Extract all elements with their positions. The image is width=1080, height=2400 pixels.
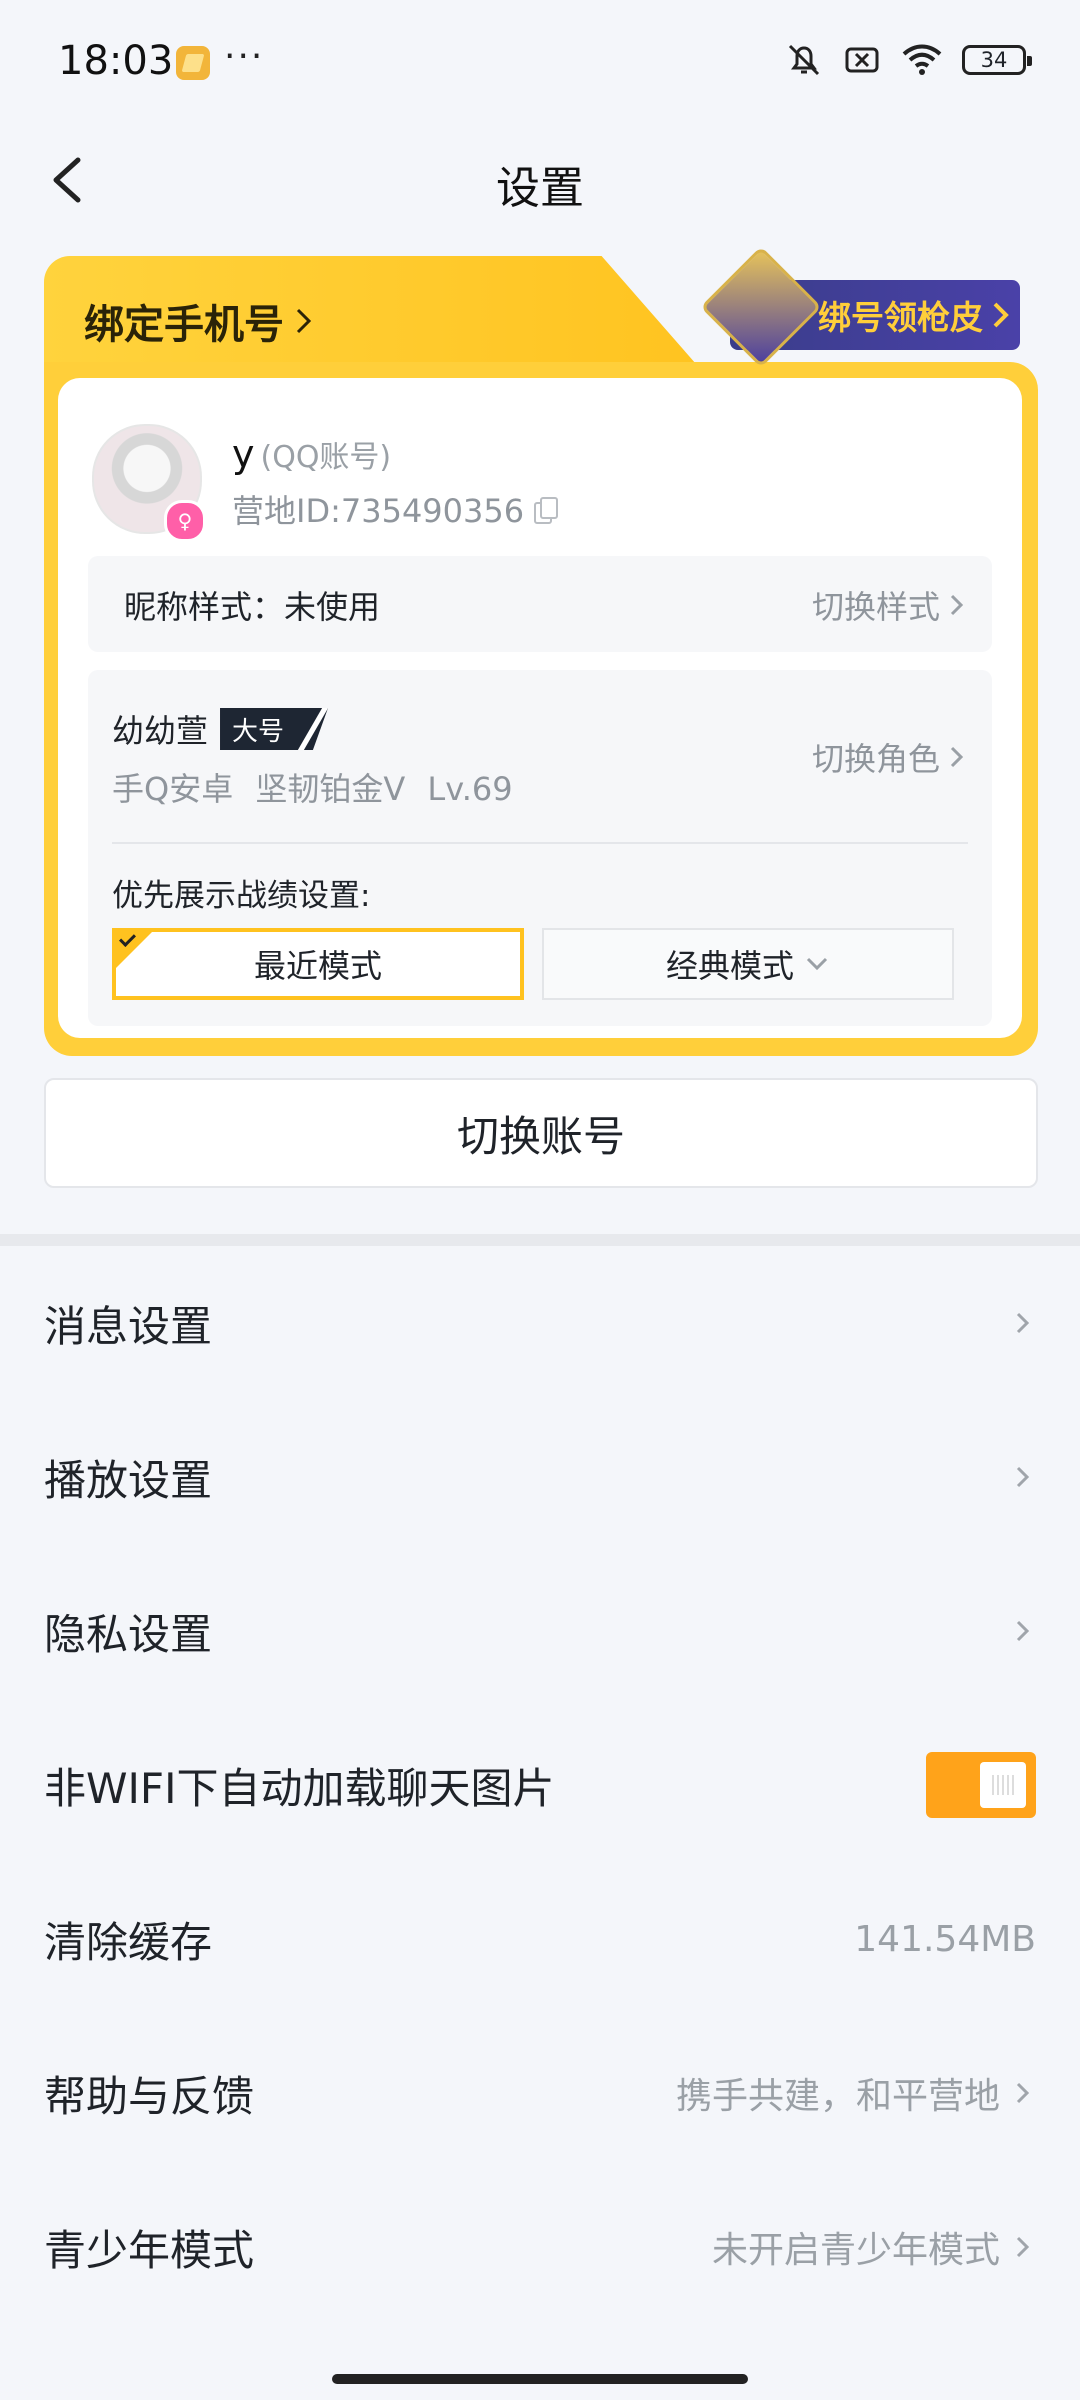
message-settings-label: 消息设置 — [44, 1301, 213, 1351]
more-notifications-icon: ··· — [224, 36, 265, 77]
promo-banner[interactable]: 绑号领枪皮 — [700, 246, 1020, 368]
bind-phone-link[interactable]: 绑定手机号 — [84, 292, 314, 350]
chevron-right-icon — [993, 302, 1009, 328]
help-feedback-row[interactable]: 帮助与反馈 携手共建，和平营地 — [0, 2016, 1080, 2170]
help-subtitle: 携手共建，和平营地 — [675, 2076, 1000, 2117]
user-name: y (QQ账号) — [232, 432, 391, 476]
settings-list: 消息设置 播放设置 隐私设置 非WIFI下自动加载聊天图片 清除缓存 141.5… — [0, 1246, 1080, 2324]
privacy-settings-label: 隐私设置 — [44, 1609, 213, 1659]
help-feedback-label: 帮助与反馈 — [44, 2071, 255, 2121]
privacy-settings-row[interactable]: 隐私设置 — [0, 1554, 1080, 1708]
wifi-images-label: 非WIFI下自动加载聊天图片 — [44, 1763, 555, 1813]
gun-skin-emblem-icon — [700, 246, 822, 368]
home-indicator[interactable] — [332, 2374, 748, 2384]
playback-settings-row[interactable]: 播放设置 — [0, 1400, 1080, 1554]
record-pref-label: 优先展示战绩设置: — [112, 878, 371, 914]
main-account-badge: 大号 — [220, 708, 329, 750]
wifi-images-row: 非WIFI下自动加载聊天图片 — [0, 1708, 1080, 1862]
switch-account-button[interactable]: 切换账号 — [44, 1078, 1038, 1188]
cache-size: 141.54MB — [854, 1918, 1036, 1960]
classic-mode-dropdown[interactable]: 经典模式 — [542, 928, 954, 1000]
teen-mode-label: 青少年模式 — [44, 2225, 255, 2275]
wifi-icon — [902, 44, 942, 75]
bind-phone-label: 绑定手机号 — [84, 302, 284, 348]
divider — [112, 842, 968, 844]
chevron-right-icon — [950, 594, 964, 616]
section-divider — [0, 1234, 1080, 1246]
status-bar: 18:03 ··· 34 — [0, 0, 1080, 130]
chevron-right-icon — [950, 746, 964, 768]
game-role-panel: 幼幼萱 大号 手Q安卓 坚韧铂金V Lv.69 切换角色 优先展示战绩设置: 最… — [88, 670, 992, 1026]
no-sim-icon — [845, 47, 879, 73]
recent-mode-label: 最近模式 — [253, 947, 382, 985]
user-name-text: y — [232, 432, 255, 476]
playback-settings-label: 播放设置 — [44, 1455, 213, 1505]
battery-icon: 34 — [962, 45, 1032, 75]
notification-app-icon — [176, 46, 210, 80]
teen-mode-row[interactable]: 青少年模式 未开启青少年模式 — [0, 2170, 1080, 2324]
message-settings-row[interactable]: 消息设置 — [0, 1246, 1080, 1400]
chevron-right-icon — [1016, 1620, 1030, 1642]
teen-mode-status: 未开启青少年模式 — [711, 2230, 1000, 2271]
switch-style-label: 切换样式 — [811, 588, 940, 626]
account-type: (QQ账号) — [260, 440, 392, 475]
clear-cache-label: 清除缓存 — [44, 1917, 213, 1967]
chevron-right-icon — [296, 308, 312, 334]
status-time: 18:03 — [58, 38, 174, 84]
switch-style-link[interactable]: 切换样式 — [812, 582, 966, 628]
top-nav-bar: 设置 — [0, 130, 1080, 230]
switch-role-label: 切换角色 — [811, 740, 940, 778]
toggle-knob — [980, 1762, 1026, 1808]
chevron-right-icon — [1016, 2236, 1030, 2258]
status-icons: 34 — [784, 40, 1032, 80]
camp-id-text: 营地ID:735490356 — [232, 492, 525, 530]
chevron-down-icon — [806, 957, 828, 971]
classic-mode-label: 经典模式 — [665, 947, 794, 985]
nickname-style-label: 昵称样式：未使用 — [124, 588, 381, 626]
silent-bell-icon — [788, 44, 820, 76]
nickname-style-row[interactable]: 昵称样式：未使用 切换样式 — [88, 556, 992, 652]
wifi-images-toggle[interactable] — [926, 1752, 1036, 1818]
chevron-right-icon — [1016, 1312, 1030, 1334]
camp-id: 营地ID:735490356 — [232, 486, 559, 532]
copy-icon[interactable] — [534, 497, 559, 524]
promo-label: 绑号领枪皮 — [818, 298, 983, 337]
female-icon: ♀ — [164, 500, 206, 542]
check-icon — [112, 928, 156, 972]
chevron-right-icon — [1016, 2082, 1030, 2104]
role-name: 幼幼萱 大号 — [112, 706, 329, 752]
page-title: 设置 — [496, 163, 584, 214]
role-name-text: 幼幼萱 — [112, 712, 209, 750]
switch-role-link[interactable]: 切换角色 — [812, 734, 966, 780]
clear-cache-row[interactable]: 清除缓存 141.54MB — [0, 1862, 1080, 2016]
chevron-right-icon — [1016, 1466, 1030, 1488]
role-info: 手Q安卓 坚韧铂金V Lv.69 — [112, 770, 513, 808]
recent-mode-button[interactable]: 最近模式 — [112, 928, 524, 1000]
